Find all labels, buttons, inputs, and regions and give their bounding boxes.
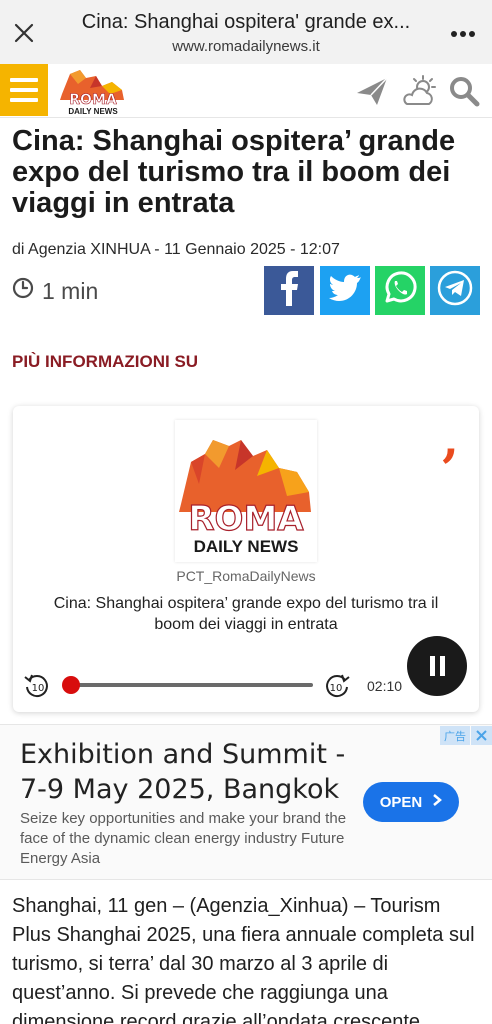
audio-logo-top: ROMA	[188, 499, 304, 539]
audio-player: ROMA DAILY NEWS , PCT_RomaDailyNews Cina…	[13, 406, 479, 712]
ad-close-icon[interactable]	[471, 726, 492, 745]
pause-button[interactable]	[407, 636, 467, 696]
rewind-10-icon[interactable]: 10	[23, 672, 51, 700]
ad-badge[interactable]: 广告	[440, 726, 492, 745]
share-whatsapp-button[interactable]	[375, 266, 425, 315]
audio-cover-logo: ROMA DAILY NEWS	[175, 420, 317, 562]
forward-10-icon[interactable]: 10	[323, 672, 351, 700]
close-icon[interactable]	[10, 19, 38, 47]
ad-banner[interactable]: Exhibition and Summit - 7-9 May 2025, Ba…	[0, 724, 492, 880]
clock-icon	[12, 277, 34, 305]
ad-title[interactable]: Exhibition and Summit - 7-9 May 2025, Ba…	[20, 737, 350, 807]
time-remaining: 02:10	[367, 678, 403, 694]
browser-bar: Cina: Shanghai ospitera' grande ex... ww…	[0, 0, 492, 64]
audio-logo-bottom: DAILY NEWS	[194, 537, 299, 556]
progress-track[interactable]	[71, 683, 313, 687]
send-icon[interactable]	[354, 74, 390, 108]
forward-label: 10	[330, 683, 343, 694]
audio-title: Cina: Shanghai ospitera’ grande expo del…	[53, 595, 439, 633]
read-time-label: 1 min	[42, 277, 99, 304]
rewind-label: 10	[32, 683, 45, 694]
browser-title: Cina: Shanghai ospitera' grande ex...	[81, 11, 411, 33]
share-facebook-button[interactable]	[264, 266, 314, 315]
ad-open-button[interactable]: OPEN	[363, 782, 459, 822]
ad-open-label: OPEN	[379, 793, 423, 811]
more-vertical-icon[interactable]	[448, 20, 478, 48]
comma-logo-icon: ,	[442, 412, 459, 468]
article-body: Shanghai, 11 gen – (Agenzia_Xinhua) – To…	[12, 895, 475, 1024]
logo-text-bottom: DAILY NEWS	[68, 107, 118, 116]
pause-icon	[429, 656, 435, 676]
article-byline: di Agenzia XINHUA - 11 Gennaio 2025 - 12…	[12, 241, 340, 258]
article-headline: Cina: Shanghai ospitera’ grande expo del…	[12, 125, 456, 219]
ad-label: 广告	[440, 726, 470, 745]
weather-icon[interactable]	[398, 74, 440, 108]
ad-description[interactable]: Seize key opportunities and make your br…	[20, 809, 350, 869]
whatsapp-icon	[383, 271, 417, 310]
share-telegram-button[interactable]	[430, 266, 480, 315]
read-time: 1 min	[12, 276, 98, 306]
menu-icon[interactable]	[0, 64, 48, 116]
audio-source: PCT_RomaDailyNews	[176, 568, 316, 584]
progress-knob[interactable]	[62, 676, 80, 694]
more-info-heading[interactable]: PIÙ INFORMAZIONI SU	[12, 352, 198, 372]
share-twitter-button[interactable]	[320, 266, 370, 315]
logo-text-top: ROMA	[69, 92, 117, 108]
site-logo[interactable]: ROMA DAILY NEWS	[56, 66, 130, 116]
twitter-icon	[328, 274, 362, 307]
search-icon[interactable]	[446, 74, 482, 108]
browser-url[interactable]: www.romadailynews.it	[60, 38, 432, 55]
telegram-icon	[437, 270, 473, 311]
facebook-icon	[278, 270, 300, 311]
site-header: ROMA DAILY NEWS	[0, 64, 492, 118]
chevron-right-icon	[432, 793, 443, 811]
